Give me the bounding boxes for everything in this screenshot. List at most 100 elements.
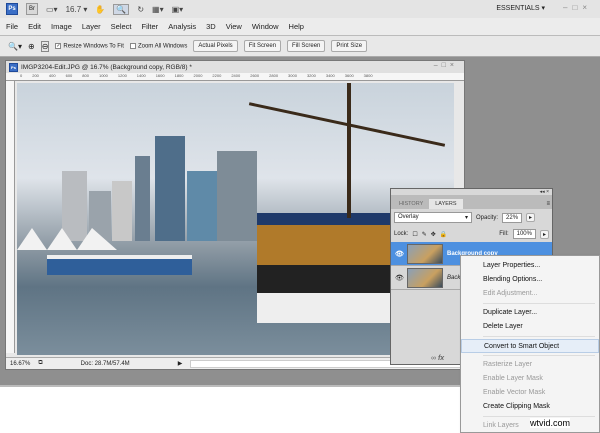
bridge-button[interactable]: Br — [26, 3, 38, 15]
document-window-controls[interactable]: –□× — [434, 62, 458, 69]
context-menu-item-duplicate-layer[interactable]: Duplicate Layer... — [461, 306, 599, 320]
zoom-out-icon[interactable]: ⊖ — [40, 40, 50, 52]
lock-transparent-icon[interactable]: ☐ — [412, 231, 417, 238]
lock-all-icon[interactable]: 🔒 — [440, 231, 447, 238]
zoom-tool-icon[interactable]: 🔍 — [113, 3, 130, 15]
ruler-tick-label: 3200 — [306, 73, 316, 78]
visibility-eye-icon[interactable]: 👁 — [395, 250, 404, 258]
ruler-tick-label: 1200 — [117, 73, 127, 78]
ruler-tick-label: 3600 — [344, 73, 354, 78]
blend-mode-value: Overlay — [398, 214, 419, 220]
context-menu-item-enable-layer-mask: Enable Layer Mask — [483, 375, 543, 382]
workspace-switcher[interactable]: ESSENTIALS ▾ — [496, 4, 545, 12]
ruler-tick-label: 2000 — [193, 73, 203, 78]
ruler-tick-label: 1800 — [174, 73, 184, 78]
tab-history[interactable]: HISTORY — [393, 199, 429, 209]
context-menu-item-enable-vector-mask: Enable Vector Mask — [483, 389, 546, 396]
document-tab[interactable]: Ps IMGP3204-Edit.JPG @ 16.7% (Background… — [6, 61, 464, 73]
menu-separator — [483, 303, 595, 304]
zoom-level-value: 16.7 — [65, 4, 82, 14]
zoom-level-dropdown[interactable]: 16.7 ▾ — [66, 5, 88, 14]
resize-windows-checkbox[interactable]: ✓ Resize Windows To Fit — [55, 42, 124, 49]
ruler-tick-label: 2800 — [269, 73, 279, 78]
menu-analysis[interactable]: Analysis — [168, 22, 196, 31]
menu-separator — [483, 416, 595, 417]
ruler-tick-label: 1400 — [136, 73, 146, 78]
workspace-label: ESSENTIALS — [496, 5, 540, 12]
menu-edit[interactable]: Edit — [28, 22, 41, 31]
menu-layer[interactable]: Layer — [82, 22, 101, 31]
screen-layout-icon[interactable]: ▣▾ — [172, 5, 184, 14]
context-menu-item-rasterize-layer: Rasterize Layer — [483, 361, 533, 368]
ruler-tick-label: 3800 — [363, 73, 373, 78]
opacity-slider-button[interactable]: ▸ — [526, 213, 536, 222]
options-bar: 🔍▾ ⊕ ⊖ ✓ Resize Windows To Fit Zoom All W… — [0, 35, 600, 57]
opacity-input[interactable]: 22% — [502, 212, 523, 223]
layer-thumbnail — [407, 243, 443, 264]
lock-label: Lock: — [394, 231, 409, 237]
photoshop-logo-icon: Ps — [6, 3, 18, 15]
arrange-documents-icon[interactable]: ▦▾ — [152, 5, 164, 14]
menu-image[interactable]: Image — [51, 22, 72, 31]
rotate-view-icon[interactable]: ↻ — [137, 5, 144, 14]
zoom-percentage[interactable]: 16.67% — [10, 361, 30, 367]
menu-view[interactable]: View — [226, 22, 242, 31]
ruler-tick-label: 3000 — [288, 73, 297, 78]
hand-tool-icon[interactable]: ✋ — [95, 5, 105, 14]
vertical-ruler — [6, 81, 15, 353]
menu-filter[interactable]: Filter — [142, 22, 159, 31]
menu-help[interactable]: Help — [289, 22, 304, 31]
menu-file[interactable]: File — [6, 22, 18, 31]
context-menu-item-delete-layer[interactable]: Delete Layer — [461, 320, 599, 334]
menu-bar: File Edit Image Layer Select Filter Anal… — [0, 18, 600, 35]
fill-label: Fill: — [499, 231, 509, 237]
zoom-tool-preset-icon[interactable]: 🔍▾ — [8, 42, 22, 51]
fill-screen-button[interactable]: Fill Screen — [287, 40, 326, 52]
menu-separator — [483, 336, 595, 337]
menu-3d[interactable]: 3D — [206, 22, 216, 31]
zoom-in-icon[interactable]: ⊕ — [28, 42, 35, 51]
lock-position-icon[interactable]: ✥ — [431, 231, 436, 238]
screen-mode-icon[interactable]: ▭▾ — [46, 5, 58, 14]
fit-screen-button[interactable]: Fit Screen — [243, 40, 282, 52]
menu-select[interactable]: Select — [111, 22, 132, 31]
tab-layers[interactable]: LAYERS — [429, 199, 463, 209]
ruler-tick-label: 2600 — [250, 73, 260, 78]
panel-tabs: HISTORY LAYERS ≡ — [391, 195, 552, 209]
print-size-button[interactable]: Print Size — [331, 40, 368, 52]
ruler-tick-label: 2200 — [212, 73, 222, 78]
context-menu-item-convert-to-smart-object[interactable]: Convert to Smart Object — [461, 339, 599, 353]
ruler-tick-label: 400 — [48, 73, 56, 78]
actual-pixels-button[interactable]: Actual Pixels — [193, 40, 238, 52]
horizontal-ruler: 0 200 400 600 800 1000 1200 1400 1600 1800 2000 220… — [6, 73, 464, 81]
context-menu-item-create-clipping-mask[interactable]: Create Clipping Mask — [461, 400, 599, 414]
fill-slider-button[interactable]: ▸ — [539, 229, 549, 239]
fx-icon[interactable]: fx — [438, 355, 444, 362]
link-layers-icon[interactable]: ∞ — [431, 355, 436, 362]
watermark: wtvid.com — [530, 418, 571, 428]
context-menu-item-layer-properties[interactable]: Layer Properties... — [461, 259, 599, 273]
panel-menu-icon[interactable]: ≡ — [544, 199, 552, 209]
ship-mast — [347, 83, 351, 218]
context-menu-item-blending-options[interactable]: Blending Options... — [461, 273, 599, 287]
lock-image-icon[interactable]: ✎ — [422, 231, 427, 238]
boat — [47, 255, 192, 275]
ruler-tick-label: 1000 — [98, 73, 108, 78]
status-icon[interactable]: ⧉ — [38, 360, 42, 367]
ruler-tick-label: 3400 — [325, 73, 335, 78]
menu-separator — [483, 355, 595, 356]
canvas-image[interactable] — [17, 83, 454, 355]
panel-collapse-icon[interactable]: ◂◂ × — [540, 189, 549, 195]
blend-mode-select[interactable]: Overlay ▾ — [394, 212, 472, 223]
zoom-all-windows-checkbox[interactable]: Zoom All Windows — [129, 42, 187, 49]
visibility-eye-icon[interactable]: 👁 — [395, 274, 404, 282]
opacity-label: Opacity: — [476, 214, 499, 221]
ruler-tick-label: 1600 — [155, 73, 165, 78]
ruler-tick-label: 800 — [82, 73, 89, 78]
window-controls[interactable]: –□× — [563, 3, 592, 12]
context-menu-item-edit-adjustment: Edit Adjustment... — [483, 290, 538, 297]
fill-input[interactable]: 100% — [512, 229, 536, 239]
layer-context-menu: Layer Properties... Blending Options... Ed… — [460, 255, 600, 433]
menu-window[interactable]: Window — [252, 22, 279, 31]
status-menu-arrow-icon[interactable]: ▶ — [178, 360, 183, 367]
